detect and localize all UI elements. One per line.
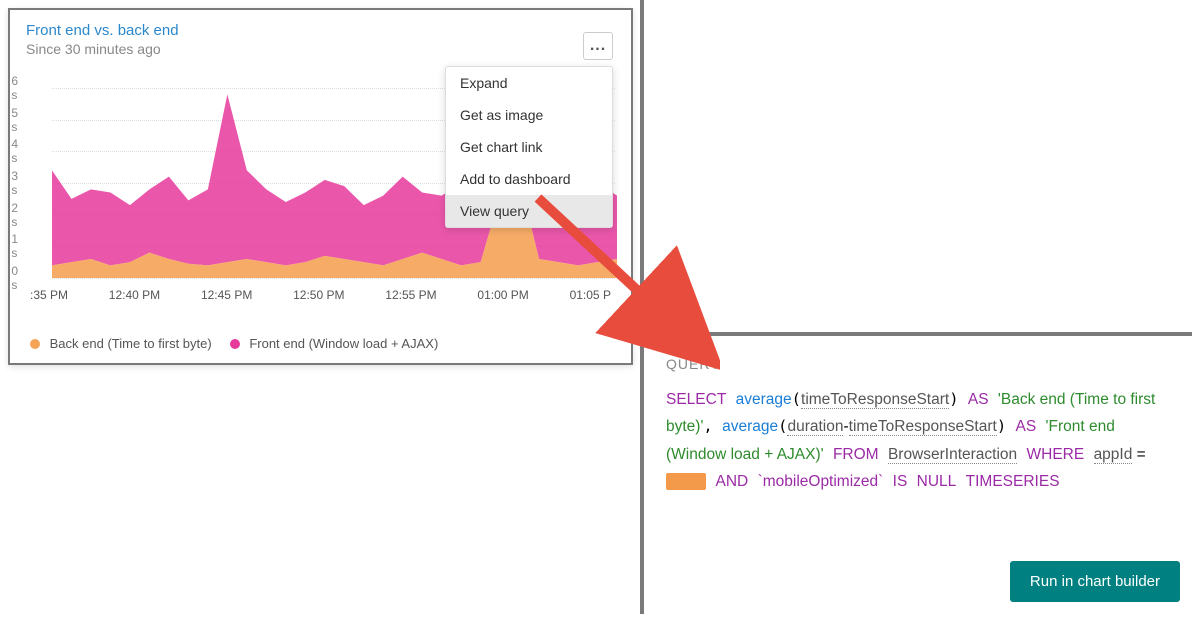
x-tick: 01:05 P (570, 288, 611, 302)
token-mobileopt: `mobileOptimized` (758, 473, 884, 490)
more-menu-button[interactable]: ... (583, 32, 613, 60)
x-tick: 01:00 PM (477, 288, 528, 302)
token-null: NULL (917, 473, 957, 490)
legend-dot-icon (230, 339, 240, 349)
y-tick: 5 s (11, 106, 18, 134)
x-tick: 12:55 PM (385, 288, 436, 302)
query-panel: QUERY SELECT average(timeToResponseStart… (640, 332, 1192, 614)
x-tick: 12:50 PM (293, 288, 344, 302)
token-select: SELECT (666, 391, 726, 408)
menu-expand[interactable]: Expand (446, 67, 612, 99)
chart-actions-dropdown: Expand Get as image Get chart link Add t… (445, 66, 613, 228)
x-tick: 12:45 PM (201, 288, 252, 302)
menu-get-chart-link[interactable]: Get chart link (446, 131, 612, 163)
token-from: FROM (833, 446, 879, 463)
query-label: QUERY (666, 356, 1170, 372)
legend-item-backend[interactable]: Back end (Time to first byte) (30, 336, 212, 351)
token-timeseries: TIMESERIES (966, 473, 1060, 490)
y-tick: 4 s (11, 137, 18, 165)
run-in-chart-builder-button[interactable]: Run in chart builder (1010, 561, 1180, 602)
y-tick: 0 s (11, 264, 18, 292)
y-tick: 1 s (11, 232, 18, 260)
x-tick: 12:40 PM (109, 288, 160, 302)
y-tick: 2 s (11, 201, 18, 229)
token-func: average (722, 418, 778, 435)
menu-get-as-image[interactable]: Get as image (446, 99, 612, 131)
divider-vertical (640, 0, 644, 334)
legend-dot-icon (30, 339, 40, 349)
y-tick: 3 s (11, 169, 18, 197)
x-axis-ticks: :35 PM 12:40 PM 12:45 PM 12:50 PM 12:55 … (26, 288, 615, 302)
x-tick: :35 PM (30, 288, 68, 302)
token-table: BrowserInteraction (888, 446, 1017, 464)
token-field: timeToResponseStart (849, 418, 997, 436)
token-func: average (736, 391, 792, 408)
legend-item-frontend[interactable]: Front end (Window load + AJAX) (230, 336, 439, 351)
legend-label: Front end (Window load + AJAX) (249, 336, 438, 351)
redacted-value: ······· (666, 473, 706, 490)
ellipsis-icon: ... (590, 37, 606, 55)
token-field: duration (787, 418, 843, 436)
token-is: IS (893, 473, 908, 490)
chart-legend: Back end (Time to first byte) Front end … (30, 336, 438, 351)
menu-view-query[interactable]: View query (446, 195, 612, 227)
token-as: AS (968, 391, 989, 408)
token-eq: = (1132, 446, 1145, 463)
query-code: SELECT average(timeToResponseStart) AS '… (666, 386, 1170, 495)
chart-panel: Front end vs. back end Since 30 minutes … (8, 8, 633, 365)
chart-subtitle: Since 30 minutes ago (26, 41, 615, 57)
y-tick: 6 s (11, 74, 18, 102)
token-field: timeToResponseStart (801, 391, 949, 409)
menu-add-to-dashboard[interactable]: Add to dashboard (446, 163, 612, 195)
chart-title[interactable]: Front end vs. back end (26, 22, 615, 39)
token-appid: appId (1094, 446, 1133, 464)
token-where: WHERE (1027, 446, 1085, 463)
grid-line (52, 278, 615, 279)
token-minus: - (843, 418, 848, 435)
token-as: AS (1016, 418, 1037, 435)
legend-label: Back end (Time to first byte) (50, 336, 212, 351)
token-and: AND (715, 473, 748, 490)
